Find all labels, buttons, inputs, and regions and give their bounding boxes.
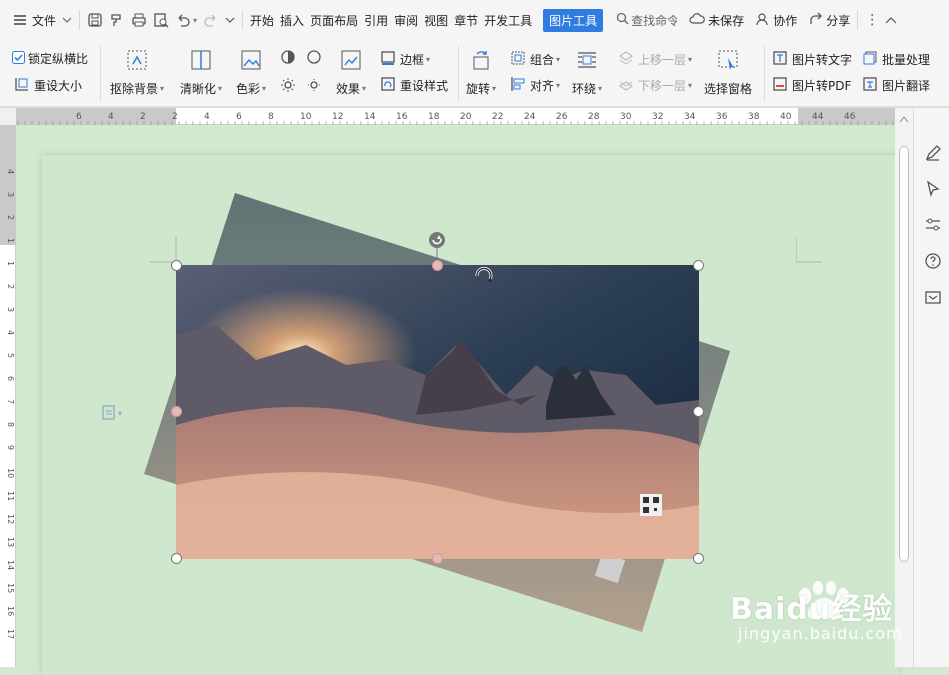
watermark-url: jingyan.baidu.com xyxy=(738,624,903,643)
help-icon[interactable] xyxy=(924,252,942,270)
select-pointer-icon[interactable] xyxy=(924,180,942,198)
resize-handle-top-left[interactable] xyxy=(171,260,182,271)
resize-handle-top-right[interactable] xyxy=(693,260,704,271)
inbox-icon[interactable] xyxy=(924,288,942,306)
settings-sliders-icon[interactable] xyxy=(924,216,942,234)
layout-options-button[interactable]: ▾ xyxy=(102,404,122,423)
scrollbar-thumb[interactable] xyxy=(899,146,909,562)
selected-image[interactable] xyxy=(176,265,699,559)
paste-options-icon xyxy=(102,404,116,423)
resize-handle-left[interactable] xyxy=(171,406,182,417)
resize-handle-top[interactable] xyxy=(432,260,443,271)
baidu-watermark: Baidu经验 jingyan.baidu.com xyxy=(730,578,930,648)
scroll-up-icon[interactable] xyxy=(899,112,909,126)
watermark-brand: Baidu经验 xyxy=(730,592,894,627)
resize-handle-bottom-right[interactable] xyxy=(693,553,704,564)
pen-icon[interactable] xyxy=(924,144,942,162)
resize-handle-right[interactable] xyxy=(693,406,704,417)
resize-handle-bottom[interactable] xyxy=(432,553,443,564)
resize-handle-bottom-left[interactable] xyxy=(171,553,182,564)
rotate-cursor-icon xyxy=(475,266,493,282)
